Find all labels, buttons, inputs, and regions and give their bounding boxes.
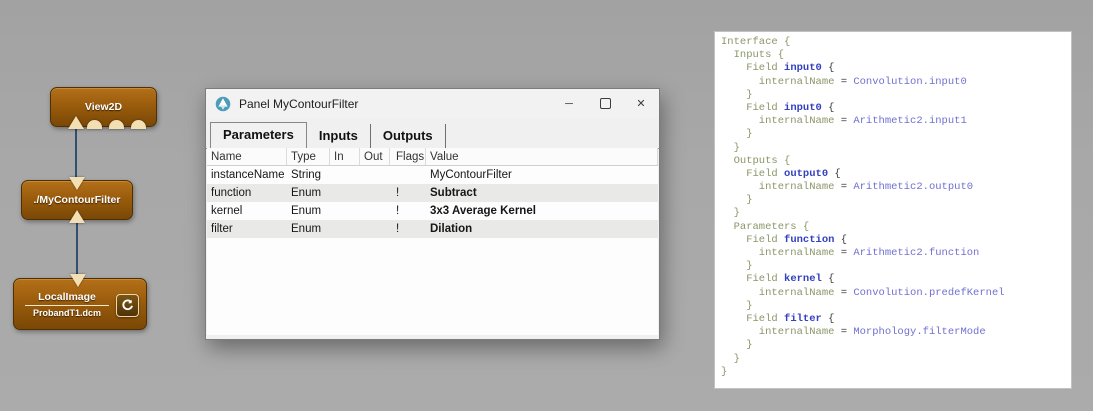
cell-value[interactable]: Dilation: [426, 223, 658, 235]
parameter-table: NameTypeInOutFlagsValue instanceNameStri…: [207, 148, 658, 335]
cell-value[interactable]: Subtract: [426, 187, 658, 199]
code-line: internalName = Arithmetic2.output0: [721, 181, 1067, 194]
output-connector-triangle-icon[interactable]: [70, 274, 86, 287]
window-title: Panel MyContourFilter: [239, 97, 551, 111]
column-header-flags[interactable]: Flags: [390, 148, 426, 165]
code-line: Field filter {: [721, 313, 1067, 326]
code-line: }: [721, 194, 1067, 207]
parameter-row-function[interactable]: functionEnum!Subtract: [207, 184, 658, 202]
column-header-type[interactable]: Type: [287, 148, 330, 165]
cell-flags: !: [390, 223, 426, 235]
cell-name: instanceName: [207, 169, 287, 181]
code-line: Field input0 {: [721, 102, 1067, 115]
workspace-canvas: View2D ./MyContourFilter LocalImage Prob…: [0, 0, 1093, 411]
cell-type: Enum: [287, 205, 330, 217]
window-controls: ─ ✕: [551, 89, 659, 118]
parameter-table-body: instanceNameString MyContourFilter functio…: [207, 166, 658, 238]
node-view2d[interactable]: View2D: [50, 87, 157, 127]
input-connector-triangle-icon[interactable]: [69, 210, 85, 223]
code-line: }: [721, 142, 1067, 155]
code-line: Outputs {: [721, 155, 1067, 168]
node-localimage[interactable]: LocalImage ProbandT1.dcm: [13, 278, 147, 330]
input-connector-dome-icon[interactable]: [87, 120, 102, 129]
cell-name: filter: [207, 223, 287, 235]
input-connector-dome-icon[interactable]: [131, 120, 146, 129]
code-line: internalName = Convolution.predefKernel: [721, 287, 1067, 300]
node-mycontourfilter[interactable]: ./MyContourFilter: [21, 180, 133, 220]
tab-outputs[interactable]: Outputs: [371, 124, 446, 148]
code-line: Parameters {: [721, 221, 1067, 234]
panel-window: Panel MyContourFilter ─ ✕ Parameters Inp…: [205, 88, 660, 340]
parameter-row-instanceName[interactable]: instanceNameString MyContourFilter: [207, 166, 658, 184]
cell-flags: !: [390, 187, 426, 199]
reload-icon: [121, 299, 134, 312]
parameter-row-filter[interactable]: filterEnum!Dilation: [207, 220, 658, 238]
cell-type: String: [287, 169, 330, 181]
column-header-value[interactable]: Value: [426, 148, 658, 165]
cell-type: Enum: [287, 223, 330, 235]
code-line: }: [721, 128, 1067, 141]
cell-value[interactable]: MyContourFilter: [426, 169, 658, 181]
code-line: Field input0 {: [721, 62, 1067, 75]
node-localimage-label: LocalImage: [38, 291, 96, 303]
code-line: }: [721, 339, 1067, 352]
cell-type: Enum: [287, 187, 330, 199]
output-connector-triangle-icon[interactable]: [69, 177, 85, 190]
parameter-row-kernel[interactable]: kernelEnum!3x3 Average Kernel: [207, 202, 658, 220]
connection-localimage-mycontourfilter: [76, 216, 78, 280]
parameter-table-header: NameTypeInOutFlagsValue: [207, 148, 658, 166]
cell-flags: !: [390, 205, 426, 217]
code-line: Field output0 {: [721, 168, 1067, 181]
code-line: internalName = Morphology.filterMode: [721, 326, 1067, 339]
cell-name: function: [207, 187, 287, 199]
column-header-in[interactable]: In: [330, 148, 360, 165]
code-line: internalName = Arithmetic2.function: [721, 247, 1067, 260]
minimize-button[interactable]: ─: [551, 89, 587, 118]
label-divider: [25, 305, 109, 306]
column-header-name[interactable]: Name: [207, 148, 287, 165]
code-line: }: [721, 89, 1067, 102]
code-line: internalName = Arithmetic2.input1: [721, 115, 1067, 128]
node-localimage-filename: ProbandT1.dcm: [33, 308, 101, 318]
connection-mycontourfilter-view2d: [75, 124, 77, 182]
close-button[interactable]: ✕: [623, 89, 659, 118]
cell-name: kernel: [207, 205, 287, 217]
mevislab-logo-icon: [215, 96, 231, 112]
code-line: }: [721, 260, 1067, 273]
script-interface-editor[interactable]: Interface { Inputs { Field input0 { inte…: [714, 31, 1072, 389]
node-localimage-content: LocalImage ProbandT1.dcm: [25, 291, 109, 318]
tab-parameters[interactable]: Parameters: [210, 122, 307, 149]
reload-image-button[interactable]: [116, 294, 139, 317]
code-line: }: [721, 353, 1067, 366]
code-line: }: [721, 207, 1067, 220]
panel-tabbar: Parameters Inputs Outputs: [206, 118, 659, 149]
input-connector-triangle-icon[interactable]: [68, 116, 84, 129]
window-titlebar[interactable]: Panel MyContourFilter ─ ✕: [206, 89, 659, 118]
node-view2d-label: View2D: [85, 101, 122, 113]
code-line: }: [721, 300, 1067, 313]
node-mycontourfilter-label: ./MyContourFilter: [34, 194, 121, 206]
input-connector-dome-icon[interactable]: [109, 120, 124, 129]
maximize-icon: [600, 98, 611, 109]
column-header-out[interactable]: Out: [360, 148, 390, 165]
tab-inputs[interactable]: Inputs: [307, 124, 371, 148]
cell-value[interactable]: 3x3 Average Kernel: [426, 205, 658, 217]
code-line: Field function {: [721, 234, 1067, 247]
code-line: }: [721, 366, 1067, 379]
maximize-button[interactable]: [587, 89, 623, 118]
code-line: Interface {: [721, 36, 1067, 49]
code-line: Inputs {: [721, 49, 1067, 62]
code-line: Field kernel {: [721, 273, 1067, 286]
code-line: internalName = Convolution.input0: [721, 76, 1067, 89]
